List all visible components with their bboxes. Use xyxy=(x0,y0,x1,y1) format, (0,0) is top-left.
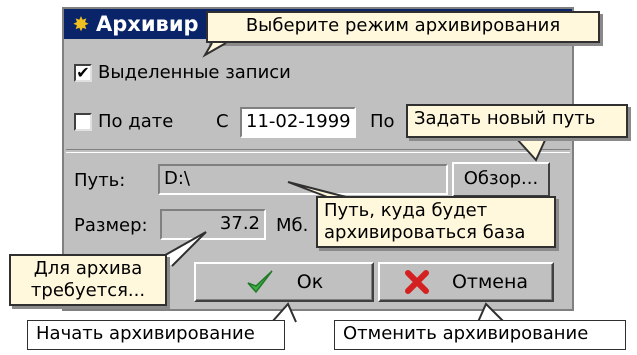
tooltip-db-path-line2: архивироваться база xyxy=(324,222,526,243)
tooltip-required: Для архива требуется... xyxy=(9,254,167,306)
tooltip-required-line2: требуется... xyxy=(30,280,146,301)
tooltip-db-path: Путь, куда будет архивироваться база xyxy=(316,196,556,248)
tooltip-start: Начать архивирование xyxy=(27,320,285,350)
tooltip-required-line1: Для архива xyxy=(33,258,143,279)
tooltip-new-path: Задать новый путь xyxy=(406,104,628,138)
tooltip-cancel: Отменить архивирование xyxy=(334,320,626,350)
tooltip-db-path-line1: Путь, куда будет xyxy=(324,200,488,221)
